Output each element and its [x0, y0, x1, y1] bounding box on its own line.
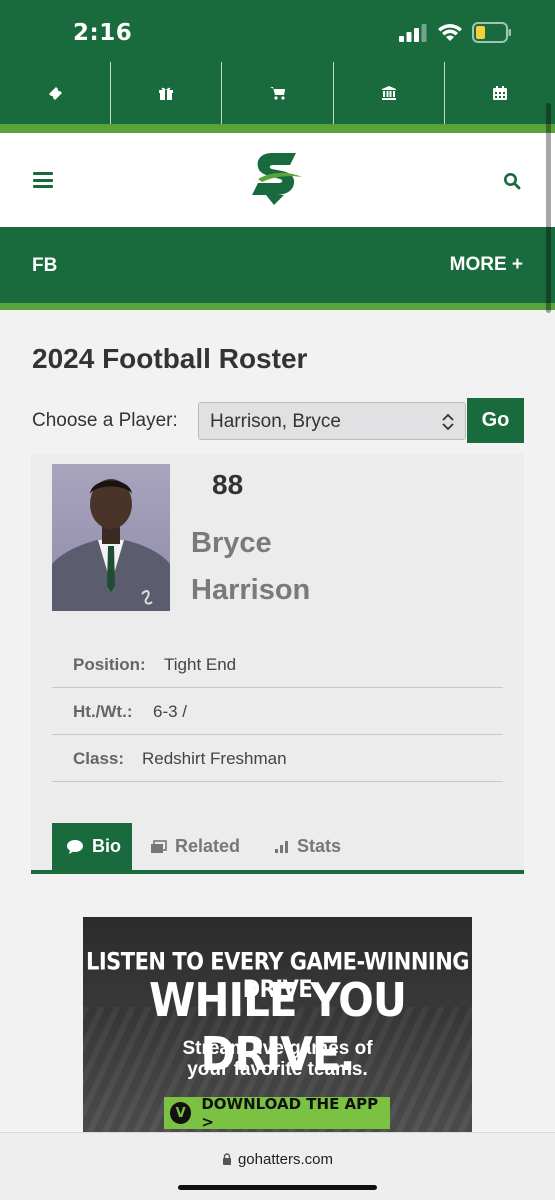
url-display[interactable]: gohatters.com — [0, 1151, 555, 1168]
status-time: 2:16 — [73, 20, 133, 46]
calendar-icon — [492, 86, 507, 100]
class-row: Class: Redshirt Freshman — [52, 735, 503, 782]
stetson-logo[interactable] — [250, 151, 304, 207]
class-label: Class: — [73, 749, 125, 768]
download-app-label: DOWNLOAD THE APP > — [201, 1095, 379, 1131]
go-button[interactable]: Go — [467, 398, 524, 443]
donate-bank-button[interactable] — [334, 62, 445, 124]
class-value: Redshirt Freshman — [142, 749, 287, 768]
player-first-name: Bryce — [191, 527, 272, 559]
search-icon[interactable] — [503, 172, 521, 190]
chevron-up-down-icon — [442, 413, 454, 431]
tickets-button[interactable] — [0, 62, 112, 124]
position-row: Position: Tight End — [52, 641, 503, 688]
tab-stats-label: Stats — [297, 836, 342, 856]
ad-subtext-line-1: Stream live games of — [182, 1038, 373, 1059]
height-weight-value: 6-3 / — [153, 702, 188, 721]
tab-related-label: Related — [175, 836, 241, 856]
player-name: Bryce Harrison — [191, 520, 431, 614]
position-label: Position: — [73, 655, 146, 674]
shop-button[interactable] — [222, 62, 334, 124]
sport-label[interactable]: FB — [32, 255, 57, 277]
ad-subtext-line-2: your favorite teams. — [187, 1059, 368, 1080]
height-weight-label: Ht./Wt.: — [73, 702, 133, 721]
player-select[interactable]: Harrison, Bryce — [198, 402, 466, 440]
cart-icon — [269, 87, 285, 100]
tab-bio[interactable]: Bio — [52, 823, 132, 870]
player-tabs: Bio Related Stats — [31, 823, 524, 870]
tabs-underline — [31, 870, 524, 874]
site-header — [0, 133, 555, 227]
bank-icon — [381, 86, 396, 100]
player-last-name: Harrison — [191, 574, 311, 606]
home-indicator — [178, 1185, 377, 1190]
cellular-signal-icon — [399, 24, 427, 42]
bar-chart-icon — [275, 840, 288, 853]
url-text: gohatters.com — [237, 1151, 334, 1168]
hamburger-icon[interactable] — [33, 172, 53, 188]
utility-bar — [0, 62, 555, 124]
page-title: 2024 Football Roster — [32, 343, 308, 374]
wifi-icon — [438, 24, 462, 41]
tab-stats[interactable]: Stats — [274, 823, 341, 870]
browser-url-bar[interactable]: gohatters.com — [0, 1132, 555, 1200]
images-icon — [151, 839, 167, 853]
player-card: 88 Bryce Harrison Position: Tight End Ht… — [31, 454, 524, 870]
choose-player-label: Choose a Player: — [32, 410, 178, 431]
ad-subtext: Stream live games of your favorite teams… — [83, 1038, 472, 1080]
scrollbar[interactable] — [546, 103, 551, 313]
nav-accent-stripe — [0, 303, 555, 310]
tab-bio-label: Bio — [92, 836, 121, 856]
app-logo-icon: V — [170, 1102, 192, 1124]
status-bar: 2:16 — [0, 0, 555, 62]
sport-nav: FB MORE + — [0, 227, 555, 303]
tab-related[interactable]: Related — [150, 823, 240, 870]
player-headshot — [52, 464, 170, 611]
lock-icon — [222, 1153, 231, 1165]
player-select-value: Harrison, Bryce — [210, 411, 341, 432]
download-app-button[interactable]: V DOWNLOAD THE APP > — [164, 1095, 390, 1131]
more-menu-button[interactable]: MORE + — [450, 254, 523, 276]
jersey-number: 88 — [212, 469, 244, 500]
height-weight-row: Ht./Wt.: 6-3 / — [52, 688, 503, 735]
schedule-button[interactable] — [445, 62, 555, 124]
ticket-icon — [49, 87, 63, 100]
chat-icon — [67, 839, 83, 854]
donate-button[interactable] — [111, 62, 223, 124]
battery-icon — [472, 22, 511, 43]
header-accent-stripe — [0, 124, 555, 133]
position-value: Tight End — [164, 655, 237, 674]
ad-banner[interactable]: LISTEN TO EVERY GAME-WINNING DRIVE WHILE… — [83, 917, 472, 1137]
gift-icon — [159, 87, 174, 100]
